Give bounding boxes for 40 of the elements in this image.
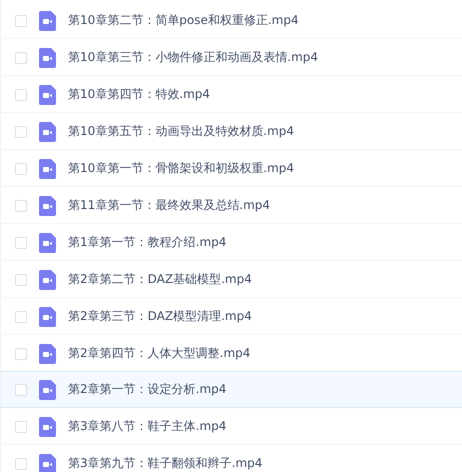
- checkbox[interactable]: [15, 384, 27, 396]
- file-name: 第10章第三节：小物件修正和动画及表情.mp4: [68, 49, 318, 66]
- file-name: 第2章第一节：设定分析.mp4: [68, 381, 226, 398]
- file-name: 第2章第三节：DAZ模型清理.mp4: [68, 308, 252, 325]
- video-file-icon: [39, 306, 56, 326]
- video-file-icon: [39, 196, 56, 216]
- checkbox[interactable]: [15, 348, 27, 360]
- file-name: 第2章第四节：人体大型调整.mp4: [68, 345, 250, 362]
- checkbox[interactable]: [15, 88, 27, 100]
- video-file-icon: [39, 380, 56, 400]
- video-file-icon: [39, 10, 56, 30]
- file-name: 第10章第五节：动画导出及特效材质.mp4: [68, 123, 294, 140]
- checkbox[interactable]: [15, 310, 27, 322]
- video-file-icon: [39, 344, 56, 364]
- file-row[interactable]: 第2章第一节：设定分析.mp4: [1, 371, 462, 408]
- checkbox[interactable]: [15, 274, 27, 286]
- checkbox[interactable]: [15, 420, 27, 432]
- checkbox[interactable]: [15, 458, 27, 470]
- file-name: 第2章第二节：DAZ基础模型.mp4: [68, 271, 252, 288]
- file-name: 第3章第九节：鞋子翻领和辫子.mp4: [68, 455, 262, 472]
- video-file-icon: [39, 84, 56, 104]
- file-name: 第10章第二节：简单pose和权重修正.mp4: [68, 12, 299, 29]
- checkbox[interactable]: [15, 236, 27, 248]
- file-name: 第10章第一节：骨骼架设和初级权重.mp4: [68, 160, 294, 177]
- video-file-icon: [39, 48, 56, 68]
- video-file-icon: [39, 416, 56, 436]
- video-file-icon: [39, 270, 56, 290]
- file-name: 第1章第一节：教程介绍.mp4: [68, 234, 226, 251]
- checkbox[interactable]: [15, 14, 27, 26]
- checkbox[interactable]: [15, 162, 27, 174]
- video-file-icon: [39, 158, 56, 178]
- checkbox[interactable]: [15, 126, 27, 138]
- video-file-icon: [39, 232, 56, 252]
- file-name: 第3章第八节：鞋子主体.mp4: [68, 418, 226, 435]
- video-file-icon: [39, 454, 56, 472]
- checkbox[interactable]: [15, 52, 27, 64]
- video-file-icon: [39, 122, 56, 142]
- checkbox[interactable]: [15, 200, 27, 212]
- file-name: 第10章第四节：特效.mp4: [68, 86, 210, 103]
- file-name: 第11章第一节：最终效果及总结.mp4: [68, 197, 270, 214]
